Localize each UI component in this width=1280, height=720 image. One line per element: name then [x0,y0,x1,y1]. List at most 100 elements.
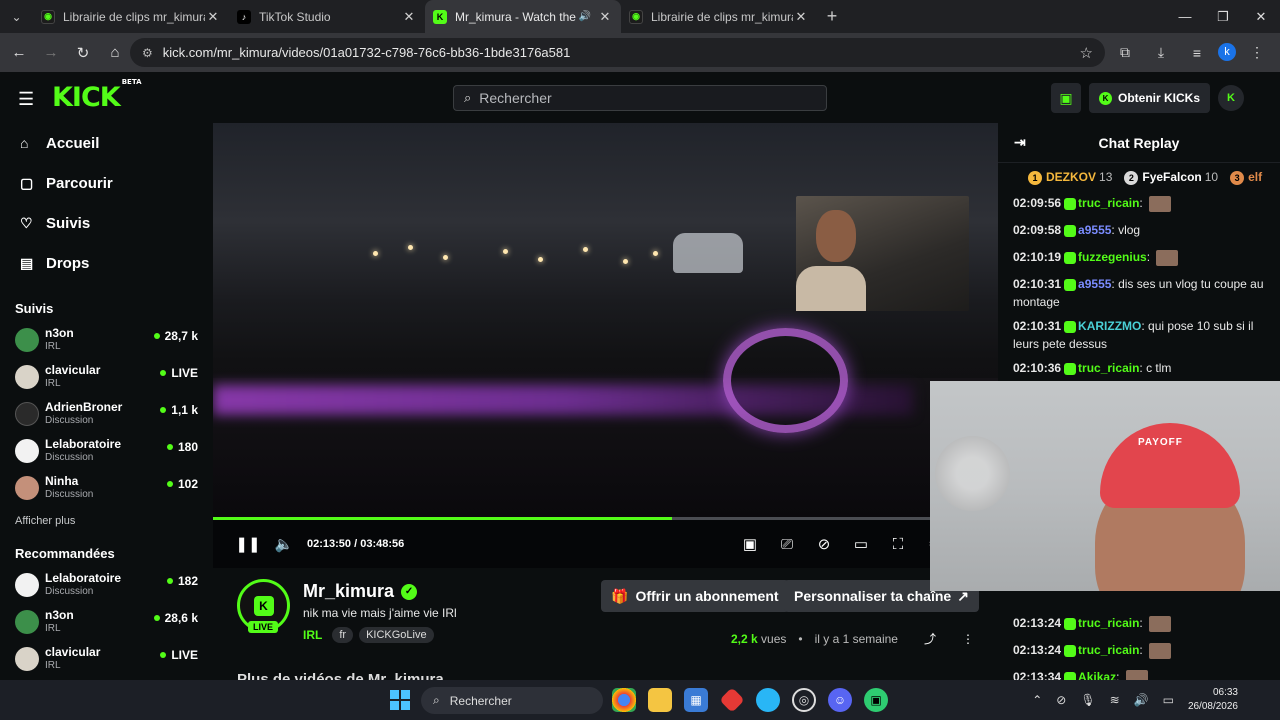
channel-name: AdrienBroner [45,400,123,414]
battery-icon[interactable]: ▭ [1163,693,1174,707]
app-green-icon[interactable]: ▣ [864,688,888,712]
message-username[interactable]: fuzzegenius [1078,250,1147,264]
channel-name-link[interactable]: Mr_kimura [303,581,394,602]
speaker-icon[interactable]: 🔊 [579,11,591,22]
video-frame[interactable] [213,123,998,518]
browser-tab-3[interactable]: K Mr_kimura - Watch the VOD 🔊 ✕ [425,0,621,33]
message-username[interactable]: truc_ricain [1078,643,1139,657]
tag-chip[interactable]: KICKGoLive [359,627,434,643]
message-username[interactable]: a9555 [1078,277,1111,291]
sidebar-channel[interactable]: Ninha Discussion 102 [0,469,213,506]
upload-age: il y a 1 semaine [814,631,898,646]
leader-score: 10 [1204,169,1219,184]
volume-icon[interactable]: 🔊 [1134,693,1149,707]
category-link[interactable]: IRL [303,628,322,642]
sidebar-channel[interactable]: clavicular IRL LIVE [0,640,213,677]
user-avatar[interactable]: K [1218,85,1244,111]
new-tab-button[interactable]: + [817,0,847,33]
search-input[interactable]: ⌕ Rechercher [453,85,827,111]
fullscreen-icon[interactable]: ⛶ [885,531,911,557]
chevron-up-icon[interactable]: ⌃ [1032,693,1042,707]
forward-icon[interactable]: → [36,38,66,68]
sidebar-channel[interactable]: Lelaboratoire Discussion 182 [0,566,213,603]
sidebar-channel[interactable]: clavicular IRL LIVE [0,358,213,395]
chrome-icon[interactable] [612,688,636,712]
pause-icon[interactable]: ❚❚ [235,531,261,557]
sidebar-item-browse[interactable]: ▢ Parcourir [0,163,213,203]
theater-mode-icon[interactable]: ▭ [848,531,874,557]
close-tab-icon[interactable]: ✕ [597,9,613,25]
url-field[interactable]: ⚙ kick.com/mr_kimura/videos/01a01732-c79… [130,38,1105,67]
sidebar-channel[interactable]: AdrienBroner Discussion 1,1 k [0,395,213,432]
media-control-icon[interactable]: ≡ [1182,38,1212,67]
sidebar-channel[interactable]: Lelaboratoire Discussion 180 [0,432,213,469]
clip-icon[interactable]: ⎚ [774,531,800,557]
mini-player-icon[interactable]: ▣ [737,531,763,557]
download-icon[interactable]: ⤓ [1146,38,1176,67]
air-vent [723,328,848,433]
microphone-icon[interactable]: 🎙 [1080,693,1095,707]
get-kicks-button[interactable]: K Obtenir KICKs [1088,83,1210,113]
volume-icon[interactable]: 🔈 [271,531,297,557]
browser-tab-4[interactable]: ◉ Librairie de clips mr_kimura | Cl ✕ [621,0,817,33]
minimize-icon[interactable]: — [1166,0,1204,33]
browser-tab-2[interactable]: ♪ TikTok Studio ✕ [229,0,425,33]
close-window-icon[interactable]: ✕ [1242,0,1280,33]
video-player[interactable]: ❚❚ 🔈 02:13:50 / 03:48:56 ▣ ⎚ ⊘ ▭ ⛶ ⚙ [213,123,998,568]
close-tab-icon[interactable]: ✕ [401,9,417,25]
sidebar-item-drops[interactable]: ▤ Drops [0,243,213,283]
message-username[interactable]: truc_ricain [1078,196,1139,210]
sidebar-item-following[interactable]: ♡ Suivis [0,203,213,243]
sidebar-channel[interactable]: n3on IRL 28,7 k [0,321,213,358]
restore-icon[interactable]: ❐ [1204,0,1242,33]
kick-logo[interactable]: KICK BETA [52,78,142,113]
message-username[interactable]: a9555 [1078,223,1111,237]
leader-entry[interactable]: 3 elf [1230,170,1262,185]
collapse-chat-icon[interactable]: ⇥ [1014,134,1026,151]
profile-avatar[interactable]: k [1218,43,1236,61]
rewards-icon[interactable]: ▣ [1050,83,1081,113]
leader-entry[interactable]: 1 DEZKOV 13 [1028,170,1112,185]
clock[interactable]: 06:33 26/08/2026 [1188,686,1238,714]
tab-search-icon[interactable]: ⌄ [0,0,33,33]
app-circle-icon[interactable]: ◎ [792,688,816,712]
site-info-icon[interactable]: ⚙ [142,46,153,60]
subscriber-badge-icon [1064,251,1077,264]
app-red-diamond-icon[interactable] [719,687,745,713]
back-icon[interactable]: ← [4,38,34,68]
reload-icon[interactable]: ↻ [68,38,98,68]
home-icon[interactable]: ⌂ [100,38,130,68]
close-tab-icon[interactable]: ✕ [793,9,809,25]
captions-off-icon[interactable]: ⊘ [811,531,837,557]
viewer-count: 182 [166,574,198,588]
desk-fan [935,436,1010,511]
extensions-icon[interactable]: ⧉ [1110,38,1140,67]
message-username[interactable]: truc_ricain [1078,616,1139,630]
file-explorer-icon[interactable] [648,688,672,712]
tag-chip[interactable]: fr [332,627,354,643]
bookmark-star-icon[interactable]: ☆ [1080,44,1093,62]
store-icon[interactable]: ▦ [684,688,708,712]
search-icon: ⌕ [464,90,472,105]
hamburger-menu-icon[interactable]: ☰ [18,89,34,110]
message-username[interactable]: Akikaz [1078,670,1116,680]
browse-icon: ▢ [20,174,34,191]
sidebar-item-home[interactable]: ⌂ Accueil [0,123,213,163]
share-icon[interactable]: ⤴ [924,630,936,647]
message-username[interactable]: truc_ricain [1078,361,1139,375]
wifi-icon[interactable]: ≋ [1110,693,1120,707]
message-username[interactable]: KARIZZMO [1078,319,1141,333]
app-blue-icon[interactable] [756,688,780,712]
browser-tab-1[interactable]: ◉ Librairie de clips mr_kimura | Cl ✕ [33,0,229,33]
menu-kebab-icon[interactable]: ⋮ [1242,38,1272,67]
gift-subscription-button[interactable]: 🎁 Offrir un abonnement [601,580,789,612]
discord-icon[interactable]: ☺ [828,688,852,712]
taskbar-search-input[interactable]: ⌕ Rechercher [421,687,603,714]
windows-start-icon[interactable] [390,690,410,710]
close-tab-icon[interactable]: ✕ [205,9,221,25]
leader-entry[interactable]: 2 FyeFalcon 10 [1124,170,1218,185]
sidebar-channel[interactable]: n3on IRL 28,6 k [0,603,213,640]
more-options-icon[interactable]: ⋮ [962,632,974,646]
notifications-off-icon[interactable]: ⊘ [1056,693,1066,707]
show-more-link[interactable]: Afficher plus [0,510,213,532]
